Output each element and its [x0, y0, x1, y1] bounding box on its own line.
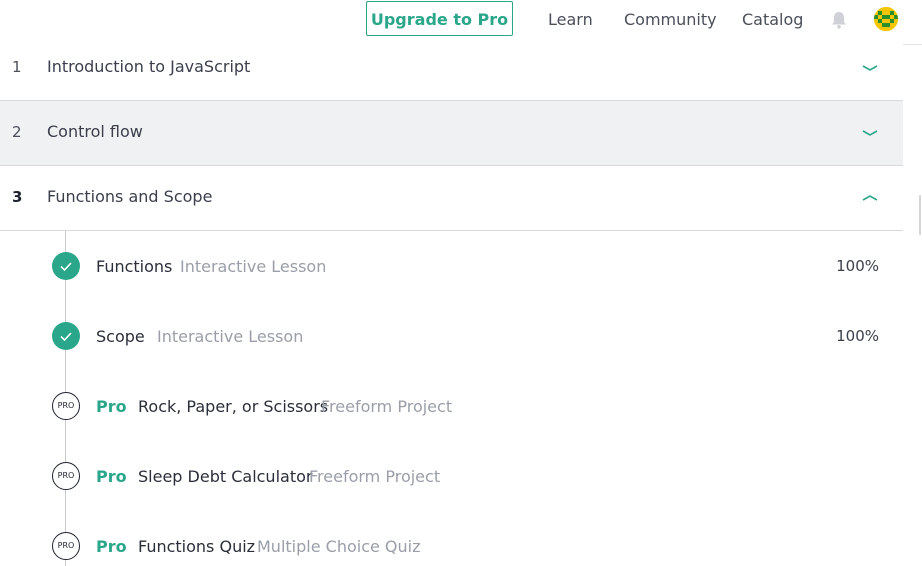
lesson-item-scope[interactable]: Scope Interactive Lesson 100% — [0, 316, 903, 356]
section-number: 1 — [12, 58, 22, 76]
chevron-down-icon — [862, 65, 878, 71]
lesson-type: Interactive Lesson — [180, 257, 327, 276]
pro-label: Pro — [96, 537, 127, 556]
pro-badge-icon: PRO — [52, 392, 80, 420]
chevron-up-icon — [862, 195, 878, 201]
lesson-type: Multiple Choice Quiz — [257, 537, 421, 556]
nav-community-link[interactable]: Community — [624, 10, 717, 29]
section-title: Introduction to JavaScript — [47, 57, 251, 76]
user-avatar[interactable] — [874, 7, 898, 31]
section-title: Functions and Scope — [47, 187, 213, 206]
completed-check-icon — [52, 252, 80, 280]
scrollbar-thumb[interactable] — [919, 195, 921, 235]
pro-label: Pro — [96, 467, 127, 486]
pro-badge-icon: PRO — [52, 462, 80, 490]
lesson-item-rock-paper-scissors[interactable]: PRO Pro Rock, Paper, or Scissors Freefor… — [0, 386, 903, 426]
pro-badge-icon: PRO — [52, 532, 80, 560]
lesson-name: Sleep Debt Calculator — [138, 467, 313, 486]
nav-learn-link[interactable]: Learn — [548, 10, 593, 29]
nav-catalog-link[interactable]: Catalog — [742, 10, 803, 29]
lesson-type: Freeform Project — [321, 397, 453, 416]
lesson-name: Scope — [96, 327, 145, 346]
notification-bell-icon[interactable] — [830, 10, 848, 30]
chevron-down-icon — [862, 130, 878, 136]
lesson-type: Interactive Lesson — [157, 327, 304, 346]
lesson-name: Functions Quiz — [138, 537, 256, 556]
lesson-item-sleep-debt-calculator[interactable]: PRO Pro Sleep Debt Calculator Freeform P… — [0, 456, 903, 496]
section-title: Control flow — [47, 122, 143, 141]
lesson-name: Functions — [96, 257, 173, 276]
lesson-progress: 100% — [836, 327, 879, 345]
upgrade-to-pro-button[interactable]: Upgrade to Pro — [366, 1, 513, 36]
lesson-progress: 100% — [836, 257, 879, 275]
section-row-3[interactable]: 3 Functions and Scope — [0, 166, 903, 231]
avatar-pixel-icon — [874, 7, 898, 31]
section-row-1[interactable]: 1 Introduction to JavaScript — [0, 36, 903, 101]
lesson-item-functions-quiz[interactable]: PRO Pro Functions Quiz Multiple Choice Q… — [0, 526, 903, 566]
section-number: 2 — [12, 123, 22, 141]
lesson-type: Freeform Project — [309, 467, 441, 486]
lesson-item-functions[interactable]: Functions Interactive Lesson 100% — [0, 246, 903, 286]
lesson-name: Rock, Paper, or Scissors — [138, 397, 329, 416]
section-row-2[interactable]: 2 Control flow — [0, 101, 903, 166]
completed-check-icon — [52, 322, 80, 350]
section-number: 3 — [12, 188, 23, 206]
pro-label: Pro — [96, 397, 127, 416]
